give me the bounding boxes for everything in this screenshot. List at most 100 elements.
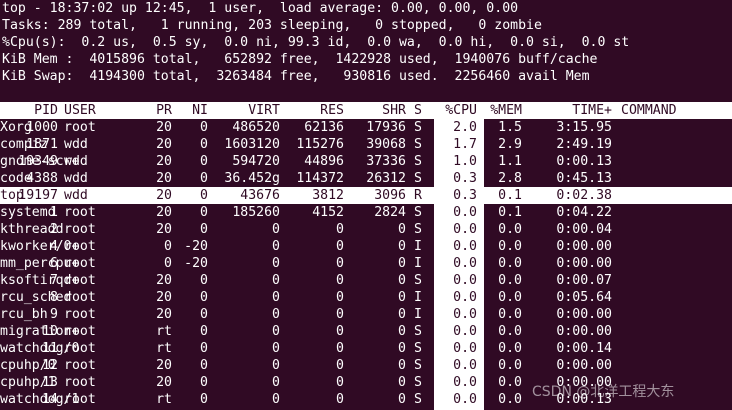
process-time: 0:02.38 — [556, 188, 612, 203]
process-nice: 0 — [200, 273, 208, 288]
process-virt: 0 — [272, 239, 280, 254]
process-nice: 0 — [200, 341, 208, 356]
process-command: cpuhp/0 — [0, 358, 56, 373]
header-ni: NI — [192, 103, 208, 118]
process-user: wdd — [64, 137, 88, 152]
process-row: 7 root 20 0 0 0 0 S 0.0 0.0 0:00.07 ksoftirqd+ — [0, 272, 732, 289]
process-shr: 0 — [398, 341, 406, 356]
header-pr: PR — [156, 103, 172, 118]
process-mem: 0.1 — [498, 205, 522, 220]
process-row: 1 root 20 0 185260 4152 2824 S 0.0 0.1 0:04.22 syst… — [0, 204, 732, 221]
process-time: 0:00.07 — [556, 273, 612, 288]
process-nice: 0 — [200, 290, 208, 305]
process-res: 3812 — [312, 188, 344, 203]
swap-line: KiB Swap: 4194300 total, 3263484 free, 9… — [2, 69, 590, 84]
process-table-header: PID USER PR NI VIRT RES SHR S %CPU %MEM … — [0, 102, 732, 119]
process-virt: 0 — [272, 375, 280, 390]
process-state: S — [414, 222, 422, 237]
process-row: 10 root rt 0 0 0 0 S 0.0 0.0 0:00.00 migration+ — [0, 323, 732, 340]
process-user: wdd — [64, 171, 88, 186]
process-shr: 37336 — [366, 154, 406, 169]
process-virt: 0 — [272, 290, 280, 305]
process-nice: 0 — [200, 358, 208, 373]
header-shr: SHR — [382, 103, 406, 118]
process-state: S — [414, 137, 422, 152]
process-priority: 20 — [156, 307, 172, 322]
process-command: rcu_sched — [0, 290, 72, 305]
process-virt: 43676 — [240, 188, 280, 203]
header-cpu: %CPU — [445, 103, 477, 118]
process-priority: 20 — [156, 222, 172, 237]
process-nice: 0 — [200, 375, 208, 390]
tasks-line: Tasks: 289 total, 1 running, 203 sleepin… — [2, 18, 542, 33]
process-time: 0:00.00 — [556, 256, 612, 271]
process-shr: 3096 — [374, 188, 406, 203]
process-res: 62136 — [304, 120, 344, 135]
process-mem: 0.0 — [498, 290, 522, 305]
process-res: 4152 — [312, 205, 344, 220]
process-nice: 0 — [200, 137, 208, 152]
process-row: 1000 root 20 0 486520 62136 17936 S 2.0 1.5 3:15.9… — [0, 119, 732, 136]
process-time: 0:00.00 — [556, 239, 612, 254]
process-mem: 0.0 — [498, 358, 522, 373]
process-user: root — [64, 358, 96, 373]
process-shr: 2824 — [374, 205, 406, 220]
process-command: Xorg — [0, 120, 32, 135]
process-priority: 20 — [156, 290, 172, 305]
process-state: S — [414, 358, 422, 373]
process-mem: 2.8 — [498, 171, 522, 186]
process-priority: 0 — [164, 239, 172, 254]
process-res: 0 — [336, 341, 344, 356]
process-cpu: 2.0 — [453, 120, 477, 135]
process-mem: 0.1 — [498, 188, 522, 203]
process-shr: 39068 — [366, 137, 406, 152]
process-nice: 0 — [200, 171, 208, 186]
process-virt: 0 — [272, 222, 280, 237]
process-virt: 0 — [272, 324, 280, 339]
process-command: migration+ — [0, 324, 80, 339]
process-row: 9 root 20 0 0 0 0 I 0.0 0.0 0:00.00 rcu_bh — [0, 306, 732, 323]
process-res: 0 — [336, 358, 344, 373]
process-res: 115276 — [296, 137, 344, 152]
process-mem: 0.0 — [498, 256, 522, 271]
process-state: I — [414, 256, 422, 271]
process-nice: 0 — [200, 154, 208, 169]
process-user: root — [64, 375, 96, 390]
process-command: kthreadd — [0, 222, 64, 237]
process-res: 0 — [336, 273, 344, 288]
process-priority: rt — [156, 392, 172, 407]
process-command: cpuhp/1 — [0, 375, 56, 390]
process-time: 0:00.00 — [556, 307, 612, 322]
process-row: 1871 wdd 20 0 1603120 115276 39068 S 1.7 2.9 2:49.… — [0, 136, 732, 153]
process-virt: 0 — [272, 256, 280, 271]
process-priority: 20 — [156, 375, 172, 390]
process-cpu: 1.0 — [453, 154, 477, 169]
process-virt: 0 — [272, 392, 280, 407]
process-command: watchdog/0 — [0, 341, 80, 356]
process-shr: 26312 — [366, 171, 406, 186]
process-state: I — [414, 290, 422, 305]
process-priority: 20 — [156, 273, 172, 288]
terminal-window[interactable]: top - 18:37:02 up 12:45, 1 user, load av… — [0, 0, 732, 410]
watermark: CSDN @北洋工程大东 — [532, 384, 675, 400]
process-priority: 20 — [156, 205, 172, 220]
process-command: top — [0, 188, 24, 203]
process-mem: 2.9 — [498, 137, 522, 152]
process-shr: 0 — [398, 273, 406, 288]
process-nice: 0 — [200, 324, 208, 339]
process-shr: 0 — [398, 324, 406, 339]
process-row: 19197 wdd 20 0 43676 3812 3096 R 0.3 0.1 0:02.38 to… — [0, 187, 732, 204]
header-command: COMMAND — [621, 103, 677, 118]
process-res: 0 — [336, 222, 344, 237]
process-row: 4 root 0 -20 0 0 0 I 0.0 0.0 0:00.00 kworker/0+ — [0, 238, 732, 255]
process-time: 0:04.22 — [556, 205, 612, 220]
process-cpu: 0.0 — [453, 341, 477, 356]
process-user: wdd — [64, 188, 88, 203]
process-mem: 0.0 — [498, 324, 522, 339]
process-mem: 1.5 — [498, 120, 522, 135]
process-cpu: 0.0 — [453, 307, 477, 322]
process-shr: 0 — [398, 307, 406, 322]
process-mem: 0.0 — [498, 273, 522, 288]
process-state: S — [414, 205, 422, 220]
process-state: I — [414, 307, 422, 322]
